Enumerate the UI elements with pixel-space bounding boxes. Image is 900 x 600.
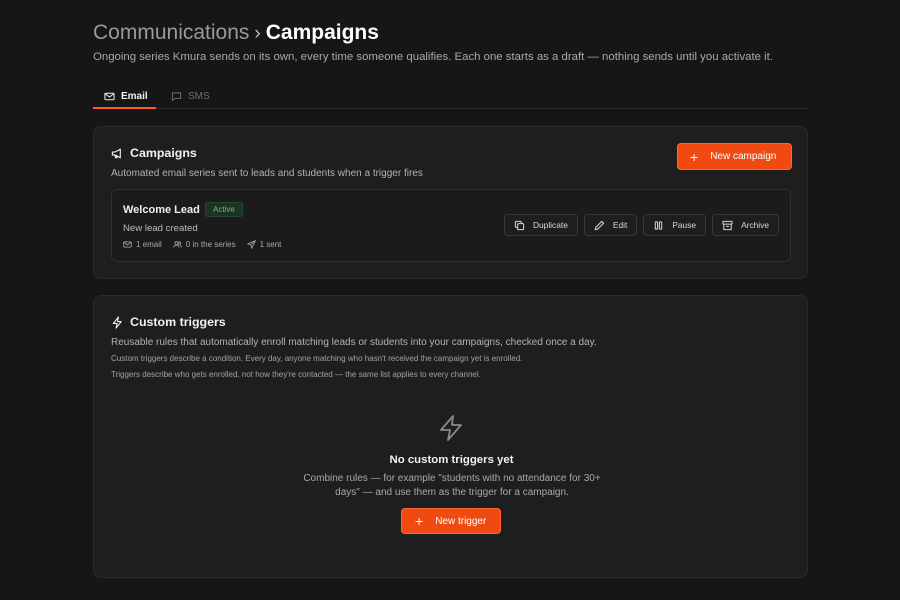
series-count-label: 0 in the series [185,240,236,249]
triggers-title: Custom triggers [130,315,226,329]
breadcrumb-current: Campaigns [265,21,379,44]
new-trigger-button[interactable]: + New trigger [401,508,501,534]
lightning-icon [440,415,462,441]
sent-count: 1 sent [246,240,282,249]
triggers-note-condition: Custom triggers describe a condition. Ev… [111,354,523,363]
new-campaign-label: New campaign [710,151,777,162]
tab-email[interactable]: Email [93,84,156,109]
pause-label: Pause [672,220,697,230]
triggers-heading: Custom triggers [111,315,226,329]
campaign-name[interactable]: Welcome Lead [123,204,200,216]
campaigns-heading: Campaigns [111,146,197,160]
mail-icon [104,92,115,100]
lightning-icon [112,315,122,329]
send-icon [246,240,256,249]
email-count: 1 email [123,240,162,249]
series-count: 0 in the series [173,240,236,249]
new-trigger-label: New trigger [435,515,487,527]
campaign-trigger: New lead created [123,223,198,234]
page-subtitle: Ongoing series Kmura sends on its own, e… [93,51,773,63]
plus-icon: + [690,148,699,165]
pencil-icon [594,220,605,230]
sent-count-label: 1 sent [259,240,282,249]
message-icon [171,91,182,101]
archive-icon [722,220,733,230]
empty-state-title: No custom triggers yet [389,454,514,466]
empty-state-description: Combine rules — for example "students wi… [303,473,601,498]
edit-label: Edit [612,220,628,230]
breadcrumb-separator: › [254,23,261,44]
status-badge: Active [205,202,243,217]
duplicate-label: Duplicate [532,220,568,230]
tab-sms[interactable]: SMS [171,84,210,108]
campaigns-card: Campaigns Automated email series sent to… [93,126,808,279]
edit-button[interactable]: Edit [583,214,638,236]
channel-tabs: Email SMS [93,84,808,109]
campaign-meta: 1 email 0 in the series 1 sent [123,240,281,249]
users-icon [173,241,182,248]
campaigns-title: Campaigns [130,146,197,160]
copy-icon [514,220,525,230]
pause-button[interactable]: Pause [643,214,707,236]
mail-icon [123,241,132,248]
tab-sms-label: SMS [188,90,210,102]
triggers-note-channels: Triggers describe who gets enrolled, not… [111,370,481,379]
archive-label: Archive [741,220,769,230]
page-title: Communications › Campaigns [93,21,379,51]
new-campaign-button[interactable]: + New campaign [677,143,792,170]
email-count-label: 1 email [136,240,162,249]
archive-button[interactable]: Archive [712,214,779,236]
plus-icon: + [415,513,424,529]
megaphone-icon [111,147,121,159]
pause-icon [655,220,663,230]
triggers-card: Custom triggers Reusable rules that auto… [93,295,808,578]
campaign-row[interactable]: Welcome Lead Active New lead created 1 e… [111,189,791,262]
breadcrumb-parent[interactable]: Communications [93,21,249,45]
campaigns-description: Automated email series sent to leads and… [111,168,423,179]
campaign-actions: Duplicate Edit Pause Archive [503,214,779,236]
tab-email-label: Email [121,90,148,102]
triggers-description: Reusable rules that automatically enroll… [111,337,597,348]
duplicate-button[interactable]: Duplicate [503,214,578,236]
